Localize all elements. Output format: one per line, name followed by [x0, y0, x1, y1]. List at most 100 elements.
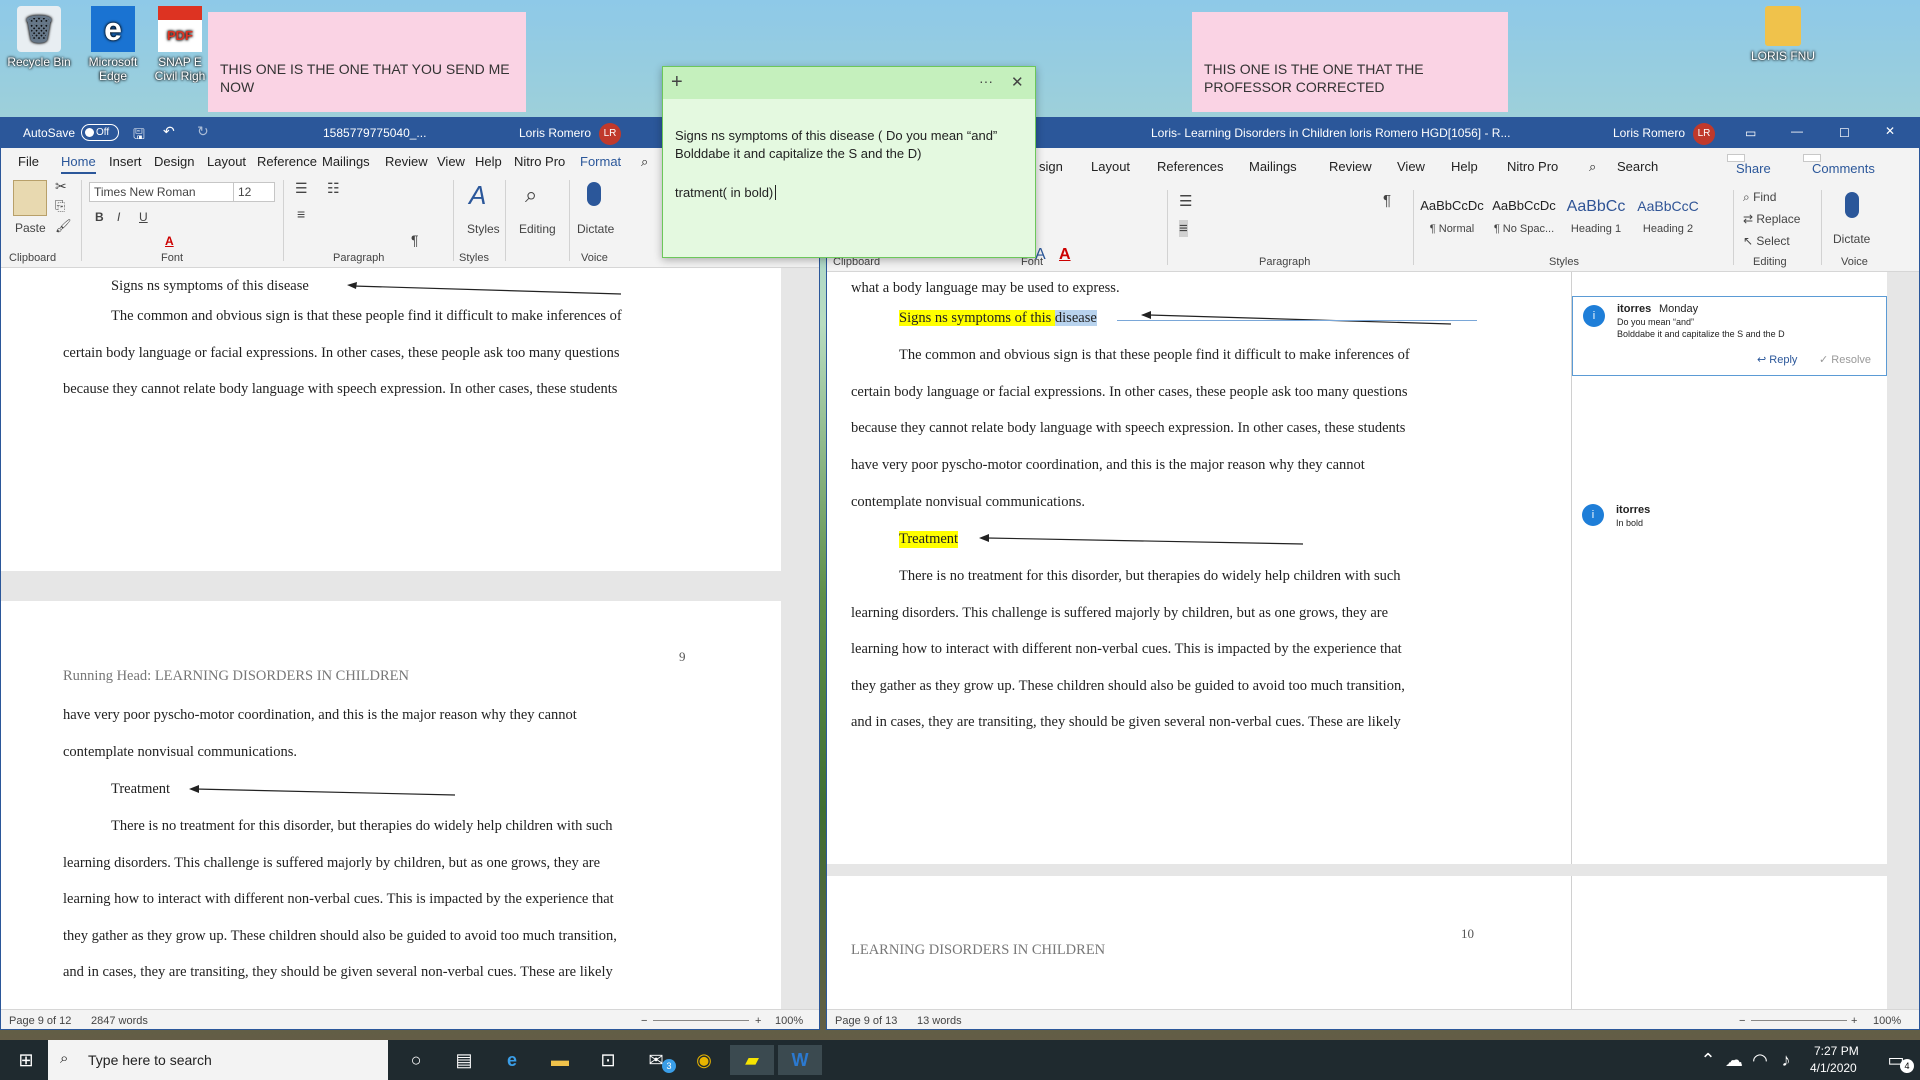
- tell-me-search[interactable]: Search: [1617, 159, 1658, 174]
- tab-insert[interactable]: Insert: [109, 154, 142, 169]
- notifications-icon[interactable]: ▭ 4: [1874, 1045, 1918, 1075]
- sticky-notes-icon[interactable]: ▰: [730, 1045, 774, 1075]
- bold-icon[interactable]: B: [95, 210, 104, 224]
- start-icon[interactable]: ⊞: [4, 1045, 48, 1075]
- copy-icon[interactable]: ⎘: [55, 198, 65, 214]
- tab-home[interactable]: Home: [61, 154, 96, 174]
- chevron-up-icon[interactable]: ⌃: [1696, 1045, 1720, 1075]
- right-word-count[interactable]: 13 words: [917, 1015, 962, 1027]
- microphone-icon[interactable]: [1845, 192, 1859, 218]
- style-no-spacing[interactable]: AaBbCcDc ¶ No Spac...: [1489, 198, 1559, 235]
- pilcrow-icon[interactable]: ¶: [1383, 192, 1391, 209]
- cloud-icon[interactable]: ☁: [1722, 1045, 1746, 1075]
- right-page-2[interactable]: 10 LEARNING DISORDERS IN CHILDREN: [827, 876, 1887, 1009]
- tab-layout[interactable]: Layout: [1091, 159, 1130, 174]
- styles-button[interactable]: Styles: [467, 222, 500, 236]
- autosave-toggle[interactable]: Off: [81, 124, 119, 141]
- minimize-icon[interactable]: —: [1791, 124, 1803, 138]
- clock-date[interactable]: 4/1/2020: [1810, 1061, 1857, 1075]
- right-zoom-level[interactable]: 100%: [1873, 1015, 1901, 1027]
- sticky-note-left[interactable]: THIS ONE IS THE ONE THAT YOU SEND ME NOW: [208, 12, 526, 112]
- redo-icon[interactable]: ↻: [197, 123, 209, 140]
- tab-nitro-pro[interactable]: Nitro Pro: [514, 154, 565, 169]
- sticky-note-right[interactable]: THIS ONE IS THE ONE THAT THE PROFESSOR C…: [1192, 12, 1508, 112]
- share-button[interactable]: Share: [1727, 154, 1771, 176]
- search-icon[interactable]: ⌕: [1589, 159, 1596, 175]
- wifi-icon[interactable]: ◠: [1748, 1045, 1772, 1075]
- more-options-button[interactable]: ···: [979, 73, 993, 89]
- font-name-box[interactable]: Times New Roman: [89, 182, 235, 202]
- tab-mailings[interactable]: Mailings: [1249, 159, 1297, 174]
- comment-card-2[interactable]: i itorres In bold: [1572, 504, 1887, 544]
- numbering-icon[interactable]: ☷: [327, 180, 340, 197]
- italic-icon[interactable]: I: [117, 210, 120, 224]
- sticky-note-body-2[interactable]: tratment( in bold): [675, 185, 1025, 200]
- word-icon[interactable]: W: [778, 1045, 822, 1075]
- cut-icon[interactable]: ✂: [55, 178, 67, 195]
- left-user-avatar[interactable]: LR: [599, 123, 621, 145]
- zoom-in-icon[interactable]: +: [1851, 1015, 1857, 1027]
- bullets-icon[interactable]: ☰: [295, 180, 308, 197]
- right-user-avatar[interactable]: LR: [1693, 123, 1715, 145]
- left-page-2[interactable]: 9 Running Head: LEARNING DISORDERS IN CH…: [1, 601, 781, 1009]
- store-icon[interactable]: ⊡: [586, 1045, 630, 1075]
- tab-file[interactable]: File: [18, 154, 39, 169]
- replace-button[interactable]: ⇄ Replace: [1743, 212, 1800, 226]
- ribbon-display-icon[interactable]: ▭: [1745, 126, 1756, 140]
- style-heading-1[interactable]: AaBbCc Heading 1: [1561, 198, 1631, 235]
- task-view-icon[interactable]: ▤: [442, 1045, 486, 1075]
- save-icon[interactable]: 🖫: [133, 124, 145, 148]
- font-color-icon[interactable]: A: [165, 234, 174, 248]
- font-color-icon[interactable]: A: [1059, 246, 1071, 264]
- tab-view[interactable]: View: [437, 154, 465, 169]
- edge-icon[interactable]: e: [490, 1045, 534, 1075]
- tab-view[interactable]: View: [1397, 159, 1425, 174]
- left-zoom-slider[interactable]: [653, 1020, 749, 1021]
- tab-references[interactable]: References: [1157, 159, 1223, 174]
- right-page-count[interactable]: Page 9 of 13: [835, 1015, 897, 1027]
- format-painter-icon[interactable]: 🖌: [55, 218, 72, 234]
- underline-icon[interactable]: U: [139, 210, 148, 224]
- paste-icon[interactable]: [13, 180, 47, 216]
- right-page-1[interactable]: what a body language may be used to expr…: [827, 272, 1887, 864]
- volume-icon[interactable]: ♪: [1774, 1045, 1798, 1075]
- font-size-box[interactable]: 12: [233, 182, 275, 202]
- add-note-button[interactable]: +: [671, 71, 683, 94]
- close-icon[interactable]: ✕: [1885, 124, 1895, 138]
- zoom-out-icon[interactable]: −: [641, 1015, 647, 1027]
- tab-design[interactable]: sign: [1039, 159, 1063, 174]
- dictate-button[interactable]: Dictate: [1833, 232, 1870, 246]
- comment-card-1[interactable]: i itorres Monday Do you mean “and” Boldd…: [1572, 296, 1887, 376]
- mail-icon[interactable]: ✉ 3: [634, 1045, 678, 1075]
- edge-icon[interactable]: e Microsoft Edge: [78, 6, 148, 83]
- paste-button[interactable]: Paste: [15, 221, 46, 235]
- select-button[interactable]: ↖ Select: [1743, 234, 1790, 248]
- comments-button[interactable]: Comments: [1803, 154, 1875, 176]
- right-zoom-slider[interactable]: [1751, 1020, 1847, 1021]
- zoom-in-icon[interactable]: +: [755, 1015, 761, 1027]
- file-explorer-icon[interactable]: ▬: [538, 1045, 582, 1075]
- sticky-note-body[interactable]: Signs ns symptoms of this disease ( Do y…: [675, 127, 1025, 163]
- clock-time[interactable]: 7:27 PM: [1814, 1044, 1859, 1058]
- zoom-out-icon[interactable]: −: [1739, 1015, 1745, 1027]
- search-icon[interactable]: ⌕: [641, 154, 648, 170]
- tab-help[interactable]: Help: [475, 154, 502, 169]
- styles-icon[interactable]: A: [469, 180, 486, 211]
- editing-button[interactable]: Editing: [519, 222, 556, 236]
- tab-review[interactable]: Review: [385, 154, 428, 169]
- tab-format[interactable]: Format: [580, 154, 621, 169]
- chrome-icon[interactable]: ◉: [682, 1045, 726, 1075]
- microphone-icon[interactable]: [587, 182, 601, 206]
- dictate-button[interactable]: Dictate: [577, 222, 614, 236]
- folder-icon[interactable]: LORIS FNU: [1748, 6, 1818, 63]
- tab-review[interactable]: Review: [1329, 159, 1372, 174]
- left-page-count[interactable]: Page 9 of 12: [9, 1015, 71, 1027]
- left-word-count[interactable]: 2847 words: [91, 1015, 148, 1027]
- undo-icon[interactable]: ↶: [163, 123, 175, 140]
- tab-design[interactable]: Design: [154, 154, 194, 169]
- left-zoom-level[interactable]: 100%: [775, 1015, 803, 1027]
- pilcrow-icon[interactable]: ¶: [411, 232, 419, 248]
- style-normal[interactable]: AaBbCcDc ¶ Normal: [1417, 198, 1487, 235]
- bullets-icon[interactable]: ☰: [1179, 192, 1192, 210]
- pdf-icon[interactable]: PDF SNAP E Civil Righ: [152, 6, 208, 83]
